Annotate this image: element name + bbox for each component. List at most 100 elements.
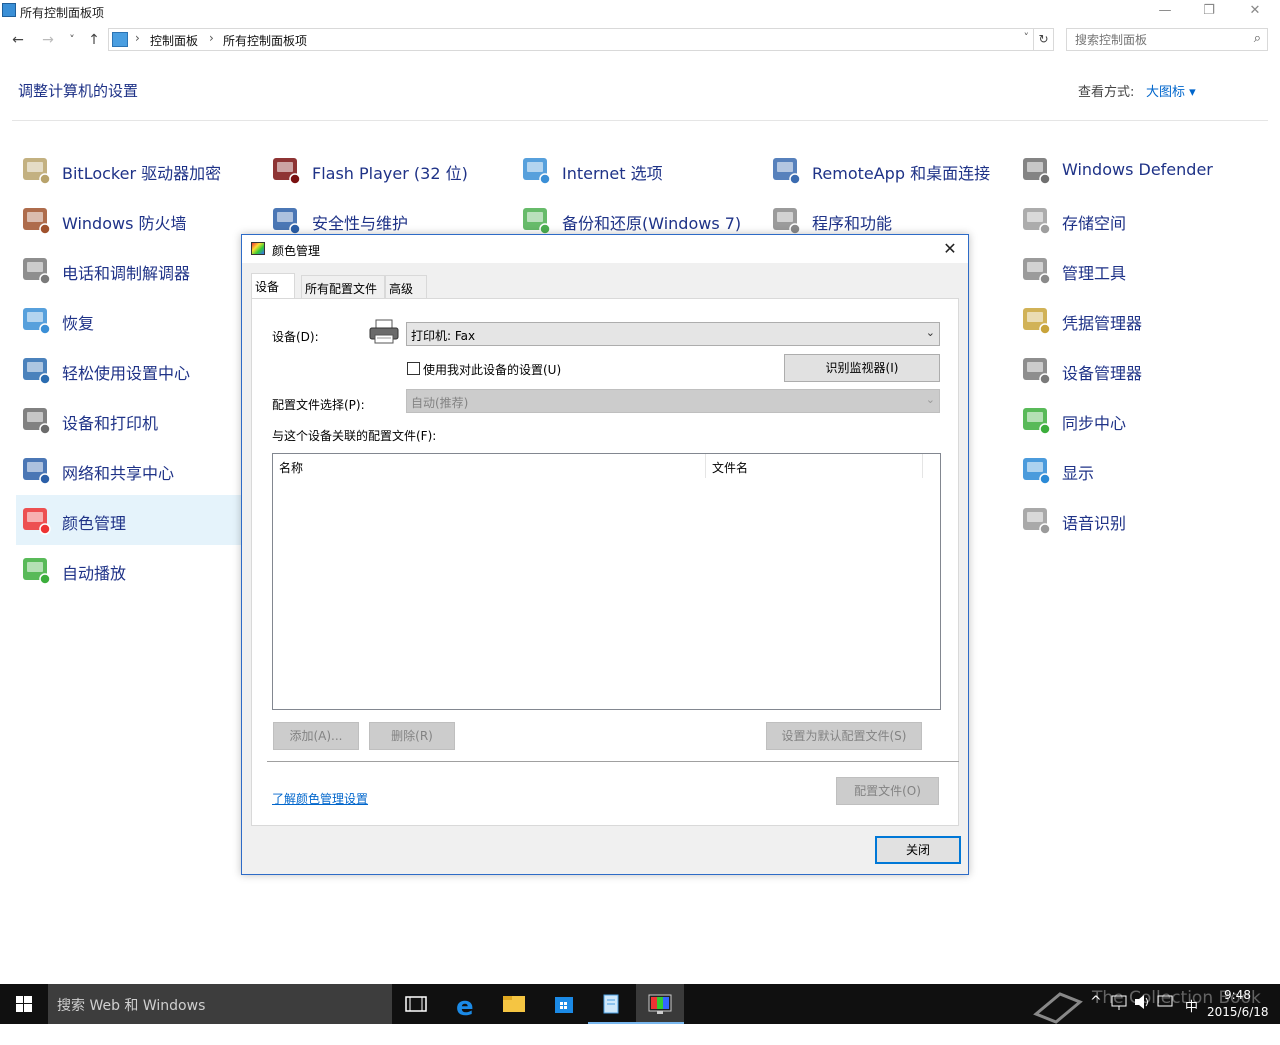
cp-item-flash[interactable]: Flash Player (32 位) xyxy=(266,145,506,195)
cp-item-network[interactable]: 网络和共享中心 xyxy=(16,445,256,495)
back-button[interactable]: ← xyxy=(8,30,28,50)
programs-icon xyxy=(773,208,801,235)
use-my-settings-label[interactable]: 使用我对此设备的设置(U) xyxy=(423,361,561,378)
credential-icon xyxy=(1023,308,1051,335)
cp-item-label: 轻松使用设置中心 xyxy=(62,364,191,383)
taskbar: 搜索 Web 和 Windows e ^ 中 9:48 2015/6/18 xyxy=(0,984,1280,1024)
dialog-title-bar: 颜色管理 ✕ xyxy=(242,235,968,263)
control-panel-icon xyxy=(603,994,619,1014)
color-management-icon xyxy=(251,242,265,255)
column-header-filename[interactable]: 文件名 xyxy=(706,454,923,478)
cp-item-color-management[interactable]: 颜色管理 xyxy=(16,495,256,545)
cp-item-label: 存储空间 xyxy=(1062,214,1127,233)
minimize-button[interactable]: — xyxy=(1142,0,1188,24)
color-management-dialog: 颜色管理 ✕ 设备 所有配置文件 高级 设备(D): 打印机: Fax ⌄ 使用… xyxy=(241,234,969,875)
cp-item-label: Flash Player (32 位) xyxy=(312,164,468,183)
svg-text:e: e xyxy=(456,992,474,1022)
cp-item-internet-options[interactable]: Internet 选项 xyxy=(516,145,756,195)
cp-item-remoteapp[interactable]: RemoteApp 和桌面连接 xyxy=(766,145,1006,195)
window-title: 所有控制面板项 xyxy=(20,6,105,20)
forward-button[interactable]: → xyxy=(38,30,58,50)
address-bar[interactable]: › 控制面板 › 所有控制面板项 ˅ xyxy=(108,28,1034,51)
profile-selection-select[interactable]: 自动(推荐) ⌄ xyxy=(406,389,940,413)
cp-item-label: 设备和打印机 xyxy=(62,414,159,433)
cp-item-devices-printers[interactable]: 设备和打印机 xyxy=(16,395,256,445)
breadcrumb-all-items[interactable]: 所有控制面板项 xyxy=(223,32,307,49)
profiles-list[interactable]: 名称 文件名 xyxy=(272,453,941,710)
clock-date[interactable]: 2015/6/18 xyxy=(1207,1005,1269,1045)
edge-icon: e xyxy=(456,992,474,1022)
tab-advanced[interactable]: 高级 xyxy=(385,275,427,298)
search-box[interactable]: ⌕ xyxy=(1066,28,1268,51)
internet-options-icon xyxy=(523,158,551,185)
dialog-title: 颜色管理 xyxy=(272,244,321,258)
dialog-close-icon[interactable]: ✕ xyxy=(938,238,962,260)
folder-icon xyxy=(503,996,525,1012)
devices-tab-panel: 设备(D): 打印机: Fax ⌄ 使用我对此设备的设置(U) 识别监视器(I)… xyxy=(251,298,959,826)
cp-item-autoplay[interactable]: 自动播放 xyxy=(16,545,256,595)
cp-item-phone-modem[interactable]: 电话和调制解调器 xyxy=(16,245,256,295)
column-header-name[interactable]: 名称 xyxy=(273,454,706,478)
cp-item-label: 网络和共享中心 xyxy=(62,464,175,483)
cp-item-defender[interactable]: Windows Defender xyxy=(1016,145,1256,195)
taskbar-search[interactable]: 搜索 Web 和 Windows xyxy=(48,984,392,1024)
remove-profile-button[interactable]: 删除(R) xyxy=(369,722,455,750)
security-flag-icon xyxy=(273,208,301,235)
breadcrumb-control-panel[interactable]: 控制面板 xyxy=(150,32,198,49)
cp-item-sync[interactable]: 同步中心 xyxy=(1016,395,1256,445)
color-management-icon xyxy=(648,994,672,1014)
cp-item-label: Windows 防火墙 xyxy=(62,214,187,233)
cp-item-label: 备份和还原(Windows 7) xyxy=(562,214,742,233)
cp-item-firewall[interactable]: Windows 防火墙 xyxy=(16,195,256,245)
refresh-button[interactable]: ↻ xyxy=(1034,28,1054,51)
up-button[interactable]: ↑ xyxy=(84,30,104,50)
file-explorer-button[interactable] xyxy=(490,984,538,1024)
breadcrumb-separator: › xyxy=(209,31,214,45)
edge-browser-button[interactable]: e xyxy=(442,984,490,1024)
recovery-icon xyxy=(23,308,51,335)
flash-icon xyxy=(273,158,301,185)
use-my-settings-checkbox[interactable] xyxy=(407,362,420,375)
color-management-taskbar-button[interactable] xyxy=(636,984,684,1024)
cp-item-recovery[interactable]: 恢复 xyxy=(16,295,256,345)
phone-modem-icon xyxy=(23,258,51,285)
search-icon[interactable]: ⌕ xyxy=(1254,31,1261,46)
cp-item-label: 自动播放 xyxy=(62,564,127,583)
cp-item-device-manager[interactable]: 设备管理器 xyxy=(1016,345,1256,395)
learn-color-management-link[interactable]: 了解颜色管理设置 xyxy=(272,790,368,807)
cp-item-bitlocker[interactable]: BitLocker 驱动器加密 xyxy=(16,145,256,195)
control-panel-taskbar-button[interactable] xyxy=(588,984,636,1024)
restore-button[interactable]: ❐ xyxy=(1186,0,1232,24)
task-view-button[interactable] xyxy=(392,984,440,1024)
set-default-profile-button[interactable]: 设置为默认配置文件(S) xyxy=(766,722,922,750)
remoteapp-icon xyxy=(773,158,801,185)
view-by-dropdown[interactable]: 大图标 ▾ xyxy=(1146,81,1196,100)
identify-monitors-button[interactable]: 识别监视器(I) xyxy=(784,354,940,382)
network-icon xyxy=(23,458,51,485)
cp-item-label: 安全性与维护 xyxy=(312,214,409,233)
start-button[interactable] xyxy=(0,984,48,1024)
cp-item-display[interactable]: 显示 xyxy=(1016,445,1256,495)
search-input[interactable] xyxy=(1067,29,1237,50)
tab-all-profiles[interactable]: 所有配置文件 xyxy=(301,275,385,298)
address-dropdown-icon[interactable]: ˅ xyxy=(1024,31,1030,44)
add-profile-button[interactable]: 添加(A)... xyxy=(273,722,359,750)
bitlocker-icon xyxy=(23,158,51,185)
cp-item-credential[interactable]: 凭据管理器 xyxy=(1016,295,1256,345)
recent-locations-button[interactable]: ˅ xyxy=(62,30,82,50)
tab-devices[interactable]: 设备 xyxy=(251,273,295,299)
store-button[interactable] xyxy=(540,984,588,1024)
device-select[interactable]: 打印机: Fax ⌄ xyxy=(406,322,940,346)
cp-item-microphone[interactable]: 语音识别 xyxy=(1016,495,1256,545)
defender-icon xyxy=(1023,158,1051,185)
dialog-close-button[interactable]: 关闭 xyxy=(875,836,961,864)
close-window-button[interactable]: ✕ xyxy=(1232,0,1278,24)
view-by-label: 查看方式: xyxy=(1078,85,1135,100)
microphone-icon xyxy=(1023,508,1051,535)
cp-item-label: 程序和功能 xyxy=(812,214,893,233)
window-title-bar: 所有控制面板项 — ❐ ✕ xyxy=(0,0,1280,24)
cp-item-storage[interactable]: 存储空间 xyxy=(1016,195,1256,245)
cp-item-ease-of-access[interactable]: 轻松使用设置中心 xyxy=(16,345,256,395)
profiles-button[interactable]: 配置文件(O) xyxy=(836,777,939,805)
cp-item-admin-tools[interactable]: 管理工具 xyxy=(1016,245,1256,295)
